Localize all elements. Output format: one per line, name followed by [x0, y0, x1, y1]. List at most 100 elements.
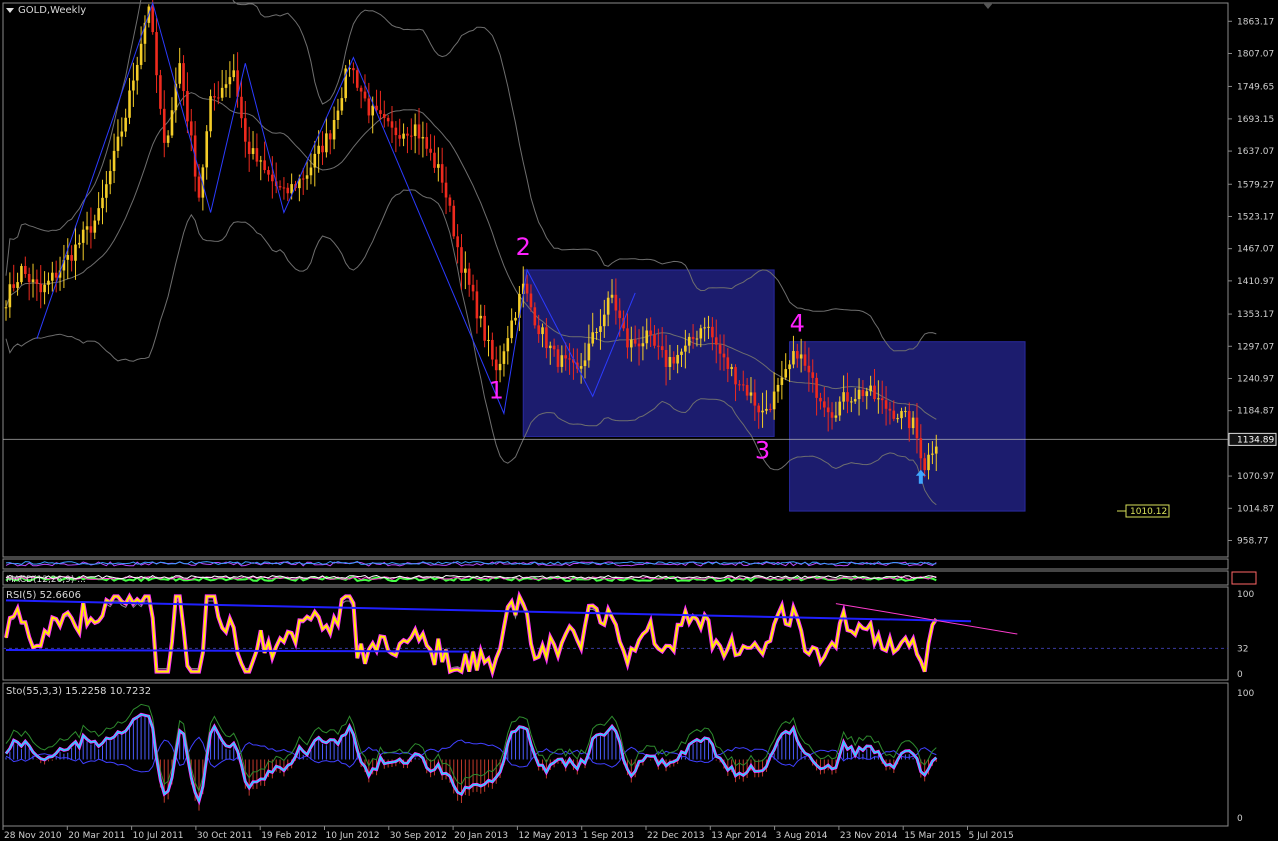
candle: [487, 325, 490, 357]
candle: [251, 131, 255, 160]
candle: [108, 159, 112, 195]
candle-body: [24, 266, 27, 274]
candle: [78, 234, 81, 249]
candle-body: [12, 284, 16, 288]
target-price-label: 1010.12: [1130, 507, 1167, 517]
candle: [132, 62, 135, 107]
candle-body: [494, 359, 498, 371]
candle-body: [923, 458, 926, 471]
candle: [352, 62, 355, 84]
candle: [309, 153, 313, 185]
candle-body: [934, 446, 938, 454]
candle: [382, 100, 386, 128]
candle-body: [78, 242, 81, 245]
candle-body: [830, 412, 834, 418]
rsi-line: [5, 593, 938, 676]
candle-body: [116, 136, 120, 151]
candle-body: [120, 131, 124, 137]
candle: [359, 85, 363, 109]
chart-canvas[interactable]: 1 2 3 4 1863.17 1807.07 1749.65 1693.15 1637.07 1…: [0, 0, 1278, 841]
main-pane-title[interactable]: GOLD,Weekly: [6, 5, 86, 16]
candle-body: [603, 314, 606, 327]
candle-body: [213, 96, 216, 98]
stoch-tick-label: 100: [1237, 689, 1254, 699]
candle-body: [290, 184, 293, 194]
candle: [286, 183, 290, 202]
candle: [224, 70, 228, 98]
candle-body: [525, 283, 529, 294]
candle-body: [548, 345, 552, 349]
dropdown-triangle-icon[interactable]: [6, 7, 14, 13]
candle: [97, 192, 100, 225]
time-tick-label: 5 Jul 2015: [969, 831, 1014, 841]
candle-body: [796, 351, 799, 359]
candle-body: [699, 328, 703, 339]
candle: [510, 308, 513, 344]
candle-body: [896, 418, 899, 420]
time-tick-label: 23 Nov 2014: [840, 831, 898, 841]
candle-body: [900, 411, 903, 419]
candle-body: [437, 164, 440, 168]
candle-body: [386, 117, 390, 122]
candle: [344, 65, 347, 102]
price-tick-label: 1070.97: [1237, 472, 1274, 482]
candle-body: [244, 118, 247, 142]
candle-body: [8, 284, 12, 308]
candle-body: [869, 385, 872, 392]
candle-body: [510, 320, 513, 339]
candle: [332, 106, 336, 150]
candle: [321, 131, 324, 165]
trading-terminal: 1 2 3 4 1863.17 1807.07 1749.65 1693.15 1637.07 1…: [0, 0, 1278, 841]
symbol-title: GOLD,Weekly: [18, 5, 87, 16]
candle-body: [240, 96, 243, 119]
time-tick-label: 20 Mar 2011: [68, 831, 125, 841]
candle: [340, 87, 344, 115]
candle-body: [711, 326, 714, 338]
stoch-band-line: [5, 703, 937, 793]
candle-body: [410, 135, 413, 137]
candle-body: [217, 97, 220, 99]
candle: [81, 221, 85, 261]
stoch-pane-title: Sto(55,3,3) 15.2258 10.7232: [6, 686, 151, 697]
candle: [452, 200, 456, 240]
candle-body: [182, 63, 185, 92]
candle-body: [220, 87, 224, 98]
candle: [35, 269, 39, 301]
candle: [471, 274, 475, 301]
candle-body: [846, 392, 849, 402]
candle-body: [301, 178, 305, 180]
candle: [413, 113, 417, 154]
candle: [178, 47, 181, 89]
time-tick-label: 10 Jul 2011: [133, 831, 184, 841]
candle-body: [826, 407, 830, 413]
candle-body: [745, 385, 749, 396]
candle-body: [413, 124, 417, 136]
candle: [440, 147, 444, 193]
candle: [162, 90, 166, 158]
candle-body: [545, 327, 548, 349]
candle-body: [892, 410, 896, 419]
candle-body: [649, 330, 652, 335]
candle-body: [166, 135, 170, 143]
candle-body: [352, 68, 355, 71]
candle: [792, 335, 795, 369]
candle-body: [108, 171, 112, 185]
candle-body: [657, 345, 660, 347]
candle: [112, 133, 116, 184]
candle-body: [599, 326, 602, 332]
candle: [135, 56, 139, 95]
candle-body: [259, 160, 263, 162]
candle-body: [734, 367, 737, 385]
candle-body: [205, 131, 209, 168]
candle: [24, 256, 27, 278]
price-tick-label: 1014.87: [1237, 504, 1274, 514]
candle-body: [456, 236, 459, 248]
candle-body: [672, 357, 676, 364]
time-tick-label: 30 Oct 2011: [197, 831, 253, 841]
rsi-trendline: [5, 649, 470, 653]
candle: [62, 244, 66, 289]
current-price-label: 1134.89: [1237, 435, 1274, 445]
candle: [467, 262, 471, 297]
candle: [464, 251, 467, 290]
price-tick-label: 1184.87: [1237, 407, 1274, 417]
